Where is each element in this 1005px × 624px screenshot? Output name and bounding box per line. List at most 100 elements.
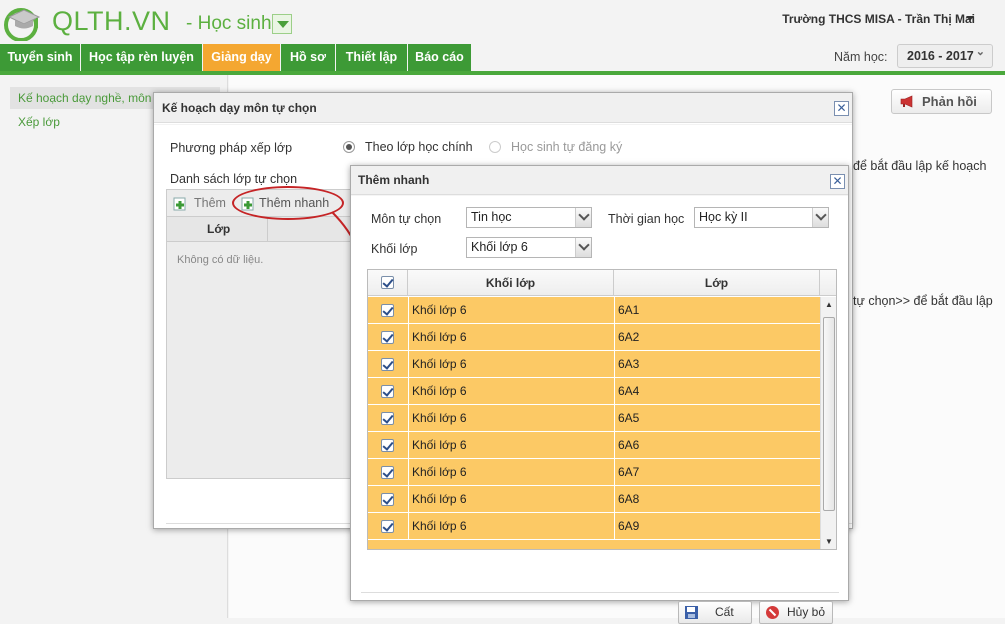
row-checkbox[interactable] <box>381 412 394 425</box>
cell-class: 6A2 <box>618 330 640 344</box>
cell-class: 6A6 <box>618 438 640 452</box>
table-row[interactable]: Khối lớp 6 6A7 <box>368 459 820 486</box>
scrollbar-thumb[interactable] <box>823 317 835 511</box>
scroll-down-icon[interactable]: ▼ <box>825 537 833 546</box>
nav-thiet-lap[interactable]: Thiết lập <box>336 44 407 71</box>
subject-select[interactable]: Tin học <box>466 207 592 228</box>
row-checkbox-cell <box>368 297 408 324</box>
nav-ho-so[interactable]: Hồ sơ <box>281 44 335 71</box>
radio-main-class[interactable] <box>343 141 355 153</box>
cell-grade: Khối lớp 6 <box>412 357 467 371</box>
save-button[interactable]: Cất <box>678 601 752 624</box>
caret-down-icon[interactable] <box>966 16 974 21</box>
nav-hoc-tap-ren-luyen[interactable]: Học tập rèn luyện <box>81 44 202 71</box>
logo-text: QLTH.VN <box>52 6 171 36</box>
chevron-down-icon[interactable] <box>575 208 591 227</box>
save-button-label: Cất <box>715 605 734 619</box>
add-button[interactable]: Thêm <box>194 196 226 210</box>
school-year-select[interactable]: 2016 - 2017 <box>897 41 993 68</box>
subject-select-value: Tin học <box>471 210 512 224</box>
dialog-title: Thêm nhanh <box>351 166 848 195</box>
cancel-button[interactable]: Hủy bỏ <box>759 601 833 624</box>
row-checkbox[interactable] <box>381 358 394 371</box>
cell-class: 6A8 <box>618 492 640 506</box>
cell-class: 6A5 <box>618 411 640 425</box>
class-grid: Khối lớp Lớp Khối lớp 6 6A1 Khối lớp 6 6A2 K… <box>367 269 837 550</box>
row-checkbox[interactable] <box>381 493 394 506</box>
nav-giang-day[interactable]: Giảng dạy <box>203 44 280 71</box>
row-checkbox-cell <box>368 405 408 432</box>
column-header-grade: Khối lớp <box>408 270 614 296</box>
table-row[interactable]: Khối lớp 6 6A1 <box>368 297 820 324</box>
header: QLTH.VN - Học sinh Trường THCS MISA - Tr… <box>0 0 1005 44</box>
table-row[interactable]: Khối lớp 6 6A3 <box>368 351 820 378</box>
cell-grade: Khối lớp 6 <box>412 519 467 533</box>
row-checkbox[interactable] <box>381 466 394 479</box>
nav-tuyen-sinh[interactable]: Tuyển sinh <box>0 44 80 71</box>
row-checkbox[interactable] <box>381 385 394 398</box>
row-checkbox[interactable] <box>381 331 394 344</box>
cell-grade: Khối lớp 6 <box>412 330 467 344</box>
dialog-title: Kế hoạch dạy môn tự chọn <box>154 93 852 123</box>
row-checkbox-cell <box>368 351 408 378</box>
select-all-cell <box>368 270 408 296</box>
grade-label: Khối lớp <box>371 242 418 256</box>
cancel-button-label: Hủy bỏ <box>787 605 826 619</box>
row-checkbox[interactable] <box>381 520 394 533</box>
callout-ellipse <box>232 186 344 220</box>
cell-grade: Khối lớp 6 <box>412 492 467 506</box>
table-row[interactable]: Khối lớp 6 6A5 <box>368 405 820 432</box>
scroll-up-icon[interactable]: ▲ <box>825 300 833 309</box>
role-dropdown-button[interactable] <box>272 14 292 34</box>
empty-message: Không có dữ liệu. <box>177 254 264 266</box>
cell-grade: Khối lớp 6 <box>412 411 467 425</box>
row-checkbox[interactable] <box>381 304 394 317</box>
close-icon[interactable]: ✕ <box>834 101 849 116</box>
table-row[interactable]: Khối lớp 6 6A9 <box>368 513 820 540</box>
table-row-partial <box>368 540 820 549</box>
cell-class: 6A1 <box>618 303 640 317</box>
megaphone-icon <box>900 95 913 108</box>
cell-class: 6A3 <box>618 357 640 371</box>
dialog-footer-divider <box>361 592 839 593</box>
table-row[interactable]: Khối lớp 6 6A6 <box>368 432 820 459</box>
nav-bao-cao[interactable]: Báo cáo <box>408 44 471 71</box>
row-checkbox-cell <box>368 459 408 486</box>
chevron-down-icon[interactable] <box>575 238 591 257</box>
quick-add-dialog: Thêm nhanh ✕ Môn tự chọn Tin học Thời gi… <box>350 165 849 624</box>
close-icon[interactable]: ✕ <box>830 174 845 189</box>
row-checkbox-cell <box>368 432 408 459</box>
row-checkbox-cell <box>368 513 408 540</box>
select-all-checkbox[interactable] <box>381 276 394 289</box>
user-menu[interactable]: Trường THCS MISA - Trần Thị Mai <box>782 12 975 26</box>
table-row[interactable]: Khối lớp 6 6A8 <box>368 486 820 513</box>
cell-grade: Khối lớp 6 <box>412 303 467 317</box>
table-row[interactable]: Khối lớp 6 6A2 <box>368 324 820 351</box>
radio-self-register[interactable] <box>489 141 501 153</box>
vertical-scrollbar[interactable]: ▲ ▼ <box>820 297 836 549</box>
radio-main-class-label: Theo lớp học chính <box>365 140 473 154</box>
column-header-class: Lớp <box>207 222 231 236</box>
time-label: Thời gian học <box>608 212 685 226</box>
grid-header: Khối lớp Lớp <box>368 270 836 296</box>
graduation-cap-logo-icon <box>4 8 41 41</box>
chevron-down-icon[interactable] <box>812 208 828 227</box>
time-select[interactable]: Học kỳ II <box>694 207 829 228</box>
time-select-value: Học kỳ II <box>699 210 748 224</box>
grade-select[interactable]: Khối lớp 6 <box>466 237 592 258</box>
column-divider <box>267 217 268 242</box>
grade-select-value: Khối lớp 6 <box>471 240 528 254</box>
row-checkbox[interactable] <box>381 439 394 452</box>
cell-grade: Khối lớp 6 <box>412 465 467 479</box>
cell-grade: Khối lớp 6 <box>412 438 467 452</box>
subject-label: Môn tự chọn <box>371 212 442 226</box>
dialog-body: Môn tự chọn Tin học Thời gian học Học kỳ… <box>351 196 848 624</box>
role-label: - Học sinh <box>186 13 272 34</box>
method-label: Phương pháp xếp lớp <box>170 141 293 155</box>
cell-class: 6A4 <box>618 384 640 398</box>
cell-class: 6A7 <box>618 465 640 479</box>
list-label: Danh sách lớp tự chọn <box>170 172 298 186</box>
cell-grade: Khối lớp 6 <box>412 384 467 398</box>
year-label: Năm học: <box>834 50 888 64</box>
table-row[interactable]: Khối lớp 6 6A4 <box>368 378 820 405</box>
